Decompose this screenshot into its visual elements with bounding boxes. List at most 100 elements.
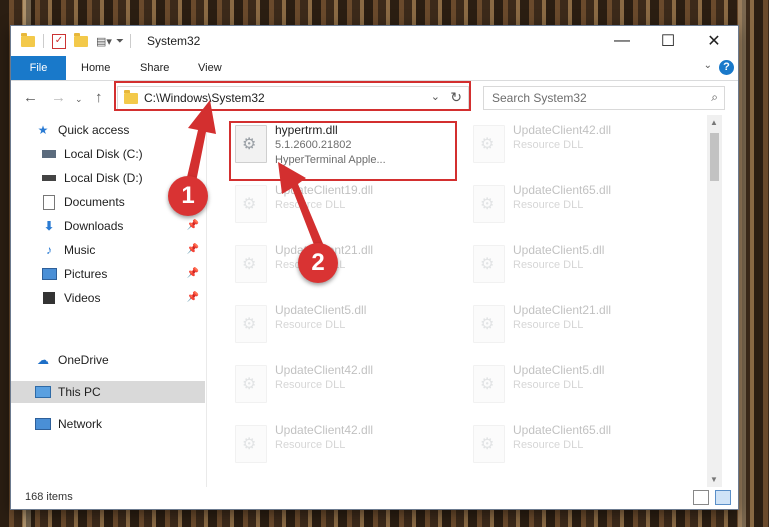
file-item[interactable]: UpdateClient5.dll Resource DLL — [469, 361, 689, 413]
cloud-icon: ☁ — [37, 353, 49, 367]
step-1-badge: 1 — [168, 176, 208, 216]
file-item[interactable]: UpdateClient42.dll Resource DLL — [231, 361, 451, 413]
dll-file-icon — [473, 125, 505, 163]
sidebar-item-label: Pictures — [64, 267, 108, 281]
sidebar-item-network[interactable]: Network — [11, 413, 205, 435]
new-folder-icon[interactable] — [74, 32, 88, 47]
tab-home[interactable]: Home — [81, 56, 110, 80]
file-name: UpdateClient42.dll — [275, 363, 374, 377]
sidebar-item-this-pc[interactable]: This PC — [11, 381, 205, 403]
separator — [43, 34, 44, 48]
pin-icon[interactable]: 📌 — [187, 244, 199, 255]
large-icons-view-icon[interactable] — [715, 490, 731, 505]
scroll-down-icon[interactable]: ▼ — [710, 475, 718, 484]
ribbon: File Home Share View ⌄ ? — [11, 56, 738, 81]
up-button[interactable]: ↑ — [95, 89, 103, 106]
dll-file-icon — [235, 305, 267, 343]
navigation-pane: ★ Quick access Local Disk (C:) Local Dis… — [11, 115, 207, 487]
pin-icon[interactable]: 📌 — [187, 268, 199, 279]
tab-share[interactable]: Share — [140, 56, 169, 80]
dll-file-icon — [235, 425, 267, 463]
window-title: System32 — [147, 34, 201, 48]
tab-view[interactable]: View — [198, 56, 222, 80]
file-name: UpdateClient19.dll — [275, 183, 374, 197]
minimize-button[interactable]: — — [599, 26, 645, 56]
sidebar-item-label: Quick access — [58, 123, 130, 137]
sidebar-item-label: Music — [64, 243, 96, 257]
step-2-badge: 2 — [298, 243, 338, 283]
scroll-up-icon[interactable]: ▲ — [710, 118, 718, 127]
file-item[interactable]: UpdateClient21.dll Resource DLL — [469, 301, 689, 353]
file-type: Resource DLL — [275, 199, 346, 211]
close-button[interactable]: ✕ — [691, 26, 737, 56]
file-item[interactable]: UpdateClient5.dll Resource DLL — [469, 241, 689, 293]
properties-icon[interactable]: ✓ — [52, 33, 66, 49]
file-item[interactable]: UpdateClient42.dll Resource DLL — [469, 121, 689, 173]
sidebar-item-label: Documents — [64, 195, 125, 209]
download-icon: ⬇ — [43, 219, 55, 233]
drive-icon — [41, 171, 57, 185]
vertical-scrollbar[interactable]: ▲ ▼ — [707, 115, 722, 487]
separator — [129, 34, 131, 48]
search-box[interactable]: Search System32 ⌕ — [483, 86, 725, 110]
search-icon[interactable]: ⌕ — [711, 90, 718, 105]
file-name: UpdateClient5.dll — [513, 243, 605, 257]
forward-button[interactable]: → — [51, 89, 66, 106]
file-type: Resource DLL — [275, 439, 346, 451]
dll-file-icon — [473, 425, 505, 463]
dll-file-icon — [235, 185, 267, 223]
file-type: Resource DLL — [513, 439, 584, 451]
sidebar-item-downloads[interactable]: ⬇ Downloads 📌 — [11, 215, 205, 237]
pin-icon[interactable]: 📌 — [187, 220, 199, 231]
sidebar-item-pictures[interactable]: Pictures 📌 — [11, 263, 205, 285]
sidebar-item-local-disk-c[interactable]: Local Disk (C:) — [11, 143, 205, 165]
file-type: Resource DLL — [513, 139, 584, 151]
recent-locations-icon[interactable]: ⌄ — [75, 94, 83, 105]
maximize-button[interactable]: ☐ — [645, 26, 691, 56]
tab-file[interactable]: File — [11, 56, 66, 80]
file-item[interactable]: UpdateClient21.dll Resource DLL — [231, 241, 451, 293]
file-item[interactable]: UpdateClient19.dll Resource DLL — [231, 181, 451, 233]
dll-file-icon — [235, 365, 267, 403]
file-item[interactable]: UpdateClient5.dll Resource DLL — [231, 301, 451, 353]
sidebar-item-label: Network — [58, 417, 103, 431]
file-name: UpdateClient65.dll — [513, 423, 612, 437]
video-icon — [41, 291, 57, 305]
title-bar: ✓ ▤▾ ⏷ System32 — ☐ ✕ — [11, 26, 738, 56]
sidebar-item-videos[interactable]: Videos 📌 — [11, 287, 205, 309]
status-bar: 168 items — [11, 487, 738, 509]
file-item[interactable]: UpdateClient65.dll Resource DLL — [469, 421, 689, 473]
star-icon: ★ — [37, 123, 49, 137]
pictures-icon — [41, 267, 57, 281]
address-bar-highlight — [114, 81, 471, 111]
sidebar-item-label: Downloads — [64, 219, 124, 233]
sidebar-item-onedrive[interactable]: ☁ OneDrive — [11, 349, 205, 371]
search-placeholder[interactable]: Search System32 — [492, 91, 587, 105]
music-icon: ♪ — [46, 243, 52, 257]
file-name: UpdateClient21.dll — [513, 303, 612, 317]
file-item[interactable]: UpdateClient65.dll Resource DLL — [469, 181, 689, 233]
sidebar-item-label: This PC — [58, 385, 101, 399]
file-type: Resource DLL — [513, 319, 584, 331]
sidebar-item-label: Local Disk (D:) — [64, 171, 143, 185]
back-button[interactable]: ← — [23, 89, 38, 106]
sidebar-item-quick-access[interactable]: ★ Quick access — [11, 119, 205, 141]
dll-file-icon — [473, 245, 505, 283]
drive-icon — [41, 147, 57, 161]
pin-icon[interactable]: 📌 — [187, 292, 199, 303]
file-type: Resource DLL — [513, 379, 584, 391]
file-item[interactable]: UpdateClient42.dll Resource DLL — [231, 421, 451, 473]
file-highlight — [229, 121, 457, 181]
document-icon — [41, 194, 57, 210]
help-icon[interactable]: ? — [719, 60, 734, 75]
details-view-icon[interactable] — [693, 490, 709, 505]
sidebar-item-music[interactable]: ♪ Music 📌 — [11, 239, 205, 261]
sidebar-item-label: Videos — [64, 291, 101, 305]
expand-ribbon-icon[interactable]: ⌄ — [704, 60, 712, 71]
folder-icon[interactable] — [21, 32, 35, 47]
file-type: Resource DLL — [275, 319, 346, 331]
file-type: Resource DLL — [513, 199, 584, 211]
view-options-icon[interactable]: ▤▾ — [96, 35, 112, 48]
customize-toolbar-icon[interactable]: ⏷ — [116, 36, 124, 47]
scrollbar-thumb[interactable] — [710, 133, 719, 181]
